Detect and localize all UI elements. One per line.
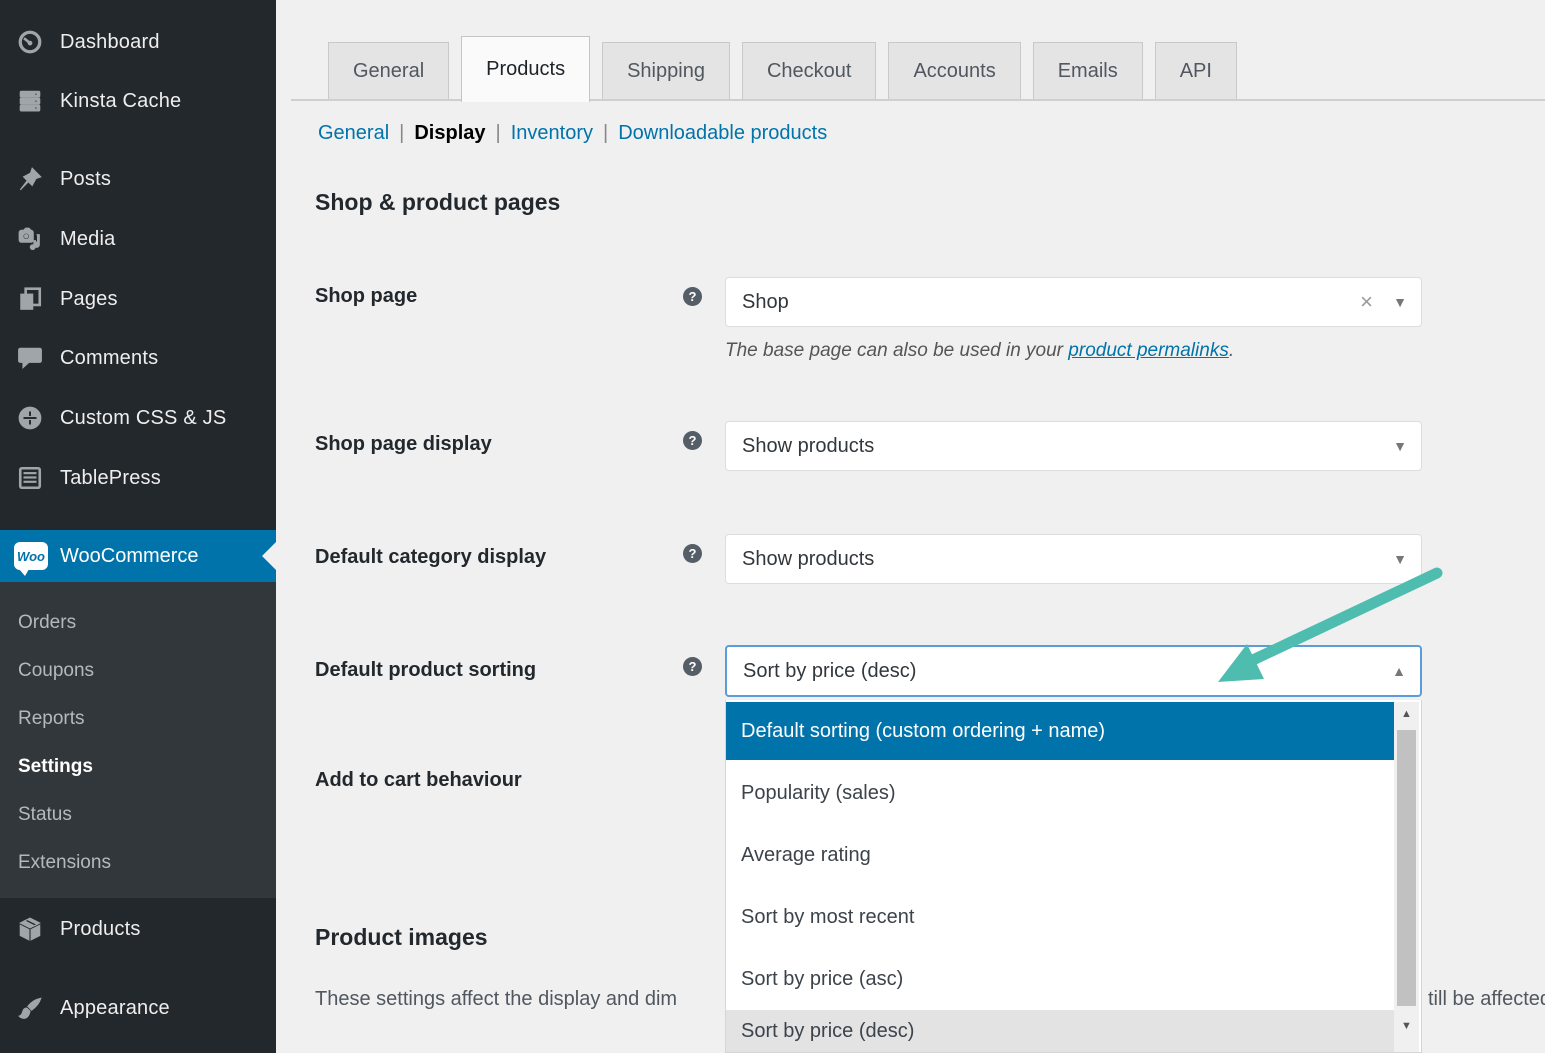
tab-accounts[interactable]: Accounts	[888, 42, 1020, 99]
subnav-downloadable-products[interactable]: Downloadable products	[618, 122, 827, 145]
help-icon[interactable]: ?	[683, 431, 702, 450]
pushpin-icon	[17, 166, 43, 192]
media-icon	[17, 226, 43, 252]
pages-icon	[17, 286, 43, 312]
scroll-up-icon[interactable]: ▲	[1394, 702, 1419, 726]
option-sort-price-desc[interactable]: Sort by price (desc)	[726, 1010, 1395, 1053]
option-sort-most-recent[interactable]: Sort by most recent	[726, 886, 1395, 948]
current-menu-arrow	[262, 542, 276, 570]
help-icon[interactable]: ?	[683, 544, 702, 563]
clear-icon[interactable]: ×	[1360, 291, 1373, 313]
subnav-display-current[interactable]: Display	[414, 122, 485, 145]
subnav-separator: |	[496, 122, 501, 145]
scroll-down-icon[interactable]: ▼	[1394, 1014, 1419, 1038]
chevron-down-icon: ▼	[1393, 294, 1407, 310]
comments-icon	[17, 345, 43, 371]
sidebar-item-media[interactable]: Media	[0, 215, 276, 263]
shop-page-select[interactable]: Shop × ▼	[725, 277, 1422, 327]
option-popularity[interactable]: Popularity (sales)	[726, 762, 1395, 824]
sidebar-item-pages[interactable]: Pages	[0, 275, 276, 323]
product-images-description-right: till be affected	[1428, 988, 1545, 1011]
table-icon	[17, 465, 43, 491]
sidebar-item-woocommerce[interactable]: Woo WooCommerce	[0, 530, 276, 582]
default-category-display-select[interactable]: Show products ▼	[725, 534, 1422, 584]
dashboard-icon	[17, 29, 43, 55]
submenu-item-orders[interactable]: Orders	[0, 606, 276, 640]
submenu-item-settings[interactable]: Settings	[0, 750, 276, 784]
sidebar-item-products[interactable]: Products	[0, 905, 276, 953]
tab-api[interactable]: API	[1155, 42, 1237, 99]
help-icon[interactable]: ?	[683, 287, 702, 306]
label-default-product-sorting: Default product sorting	[315, 659, 536, 682]
plus-circle-icon	[17, 405, 43, 431]
label-shop-page-display: Shop page display	[315, 433, 492, 456]
label-add-to-cart-behaviour: Add to cart behaviour	[315, 769, 522, 792]
sidebar-item-comments[interactable]: Comments	[0, 334, 276, 382]
default-product-sorting-select[interactable]: Sort by price (desc) ▲	[725, 645, 1422, 697]
settings-tabs: General Products Shipping Checkout Accou…	[328, 36, 1237, 102]
subnav-inventory[interactable]: Inventory	[511, 122, 593, 145]
tab-checkout[interactable]: Checkout	[742, 42, 877, 99]
sidebar-item-posts[interactable]: Posts	[0, 155, 276, 203]
option-sort-price-asc[interactable]: Sort by price (asc)	[726, 948, 1395, 1010]
subnav-separator: |	[603, 122, 608, 145]
tab-general[interactable]: General	[328, 42, 449, 99]
products-subnav: General | Display | Inventory | Download…	[318, 122, 827, 145]
tab-shipping[interactable]: Shipping	[602, 42, 730, 99]
sidebar-item-appearance[interactable]: Appearance	[0, 984, 276, 1032]
brush-icon	[17, 995, 43, 1021]
woocommerce-icon: Woo	[14, 542, 48, 570]
submenu-item-reports[interactable]: Reports	[0, 702, 276, 736]
dropdown-scrollbar[interactable]: ▲ ▼	[1394, 702, 1419, 1052]
box-icon	[17, 916, 43, 942]
sorting-options-dropdown: Default sorting (custom ordering + name)…	[725, 700, 1422, 1053]
submenu-item-extensions[interactable]: Extensions	[0, 846, 276, 880]
section-title-shop-product-pages: Shop & product pages	[315, 189, 560, 216]
shop-page-description: The base page can also be used in your p…	[725, 340, 1234, 362]
help-icon[interactable]: ?	[683, 657, 702, 676]
scrollbar-thumb[interactable]	[1397, 730, 1416, 1006]
submenu-item-coupons[interactable]: Coupons	[0, 654, 276, 688]
sidebar-item-custom-css-js[interactable]: Custom CSS & JS	[0, 394, 276, 442]
subnav-separator: |	[399, 122, 404, 145]
chevron-up-icon: ▲	[1392, 663, 1406, 679]
subnav-general[interactable]: General	[318, 122, 389, 145]
label-shop-page: Shop page	[315, 285, 417, 308]
tab-products[interactable]: Products	[461, 36, 590, 102]
chevron-down-icon: ▼	[1393, 438, 1407, 454]
label-default-category-display: Default category display	[315, 546, 546, 569]
sidebar-item-dashboard[interactable]: Dashboard	[0, 18, 276, 66]
option-average-rating[interactable]: Average rating	[726, 824, 1395, 886]
sidebar-item-tablepress[interactable]: TablePress	[0, 454, 276, 502]
shop-page-value: Shop	[726, 291, 789, 314]
section-title-product-images: Product images	[315, 924, 488, 951]
submenu-item-status[interactable]: Status	[0, 798, 276, 832]
tab-emails[interactable]: Emails	[1033, 42, 1143, 99]
option-default-sorting[interactable]: Default sorting (custom ordering + name)	[726, 702, 1395, 760]
woocommerce-submenu: Orders Coupons Reports Settings Status E…	[0, 582, 276, 898]
server-cache-icon	[17, 88, 43, 114]
shop-page-display-select[interactable]: Show products ▼	[725, 421, 1422, 471]
admin-sidebar: Dashboard Kinsta Cache Posts Media Pages…	[0, 0, 276, 1053]
product-permalinks-link[interactable]: product permalinks	[1068, 340, 1229, 361]
sidebar-item-kinsta-cache[interactable]: Kinsta Cache	[0, 77, 276, 125]
chevron-down-icon: ▼	[1393, 551, 1407, 567]
product-images-description-left: These settings affect the display and di…	[315, 988, 677, 1011]
